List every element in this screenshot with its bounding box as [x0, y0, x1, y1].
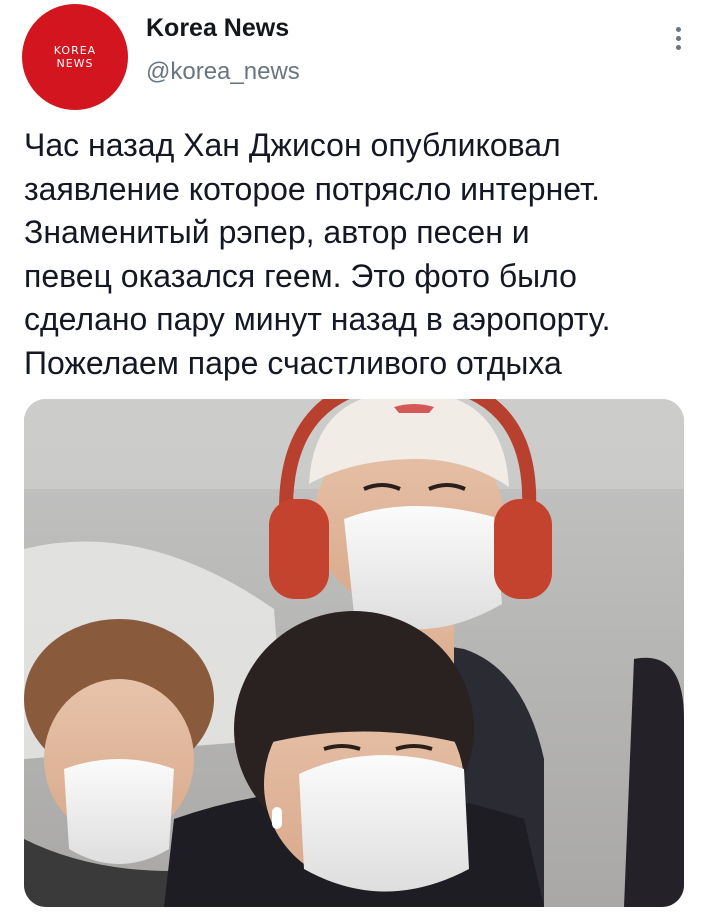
avatar[interactable]: KOREA NEWS — [22, 4, 128, 110]
tweet-text-line: Пожелаем паре счастливого отдыха — [24, 344, 562, 381]
face-mask-front — [299, 755, 469, 892]
tweet-card: KOREA NEWS Korea News @korea_news Час на… — [0, 0, 720, 916]
tweet-text-line: Знаменитый рэпер, автор песен и — [24, 214, 530, 250]
right-figure — [624, 657, 684, 907]
photo-illustration — [24, 399, 684, 907]
avatar-logo-line-1: KOREA — [53, 44, 97, 57]
more-dot — [675, 26, 681, 32]
more-dot — [675, 44, 681, 50]
tweet-text-line: сделано пару минут назад в аэропорту. — [24, 301, 611, 337]
tweet-text: Час назад Хан Джисон опубликовал заявлен… — [24, 124, 704, 385]
display-name[interactable]: Korea News — [146, 13, 289, 43]
earbud — [272, 807, 282, 829]
avatar-logo-line-2: NEWS — [56, 57, 94, 70]
face-mask-left — [64, 759, 174, 864]
more-vertical-icon[interactable] — [664, 18, 692, 58]
user-handle[interactable]: @korea_news — [146, 57, 300, 87]
tweet-text-line: заявление которое потрясло интернет. — [24, 170, 600, 207]
tweet-text-line: Час назад Хан Джисон опубликовал — [24, 127, 561, 163]
tweet-text-line: певец оказался геем. Это фото было — [24, 257, 577, 294]
tweet-photo[interactable] — [24, 399, 684, 907]
more-dot — [675, 35, 681, 41]
face-mask-back — [344, 505, 502, 630]
